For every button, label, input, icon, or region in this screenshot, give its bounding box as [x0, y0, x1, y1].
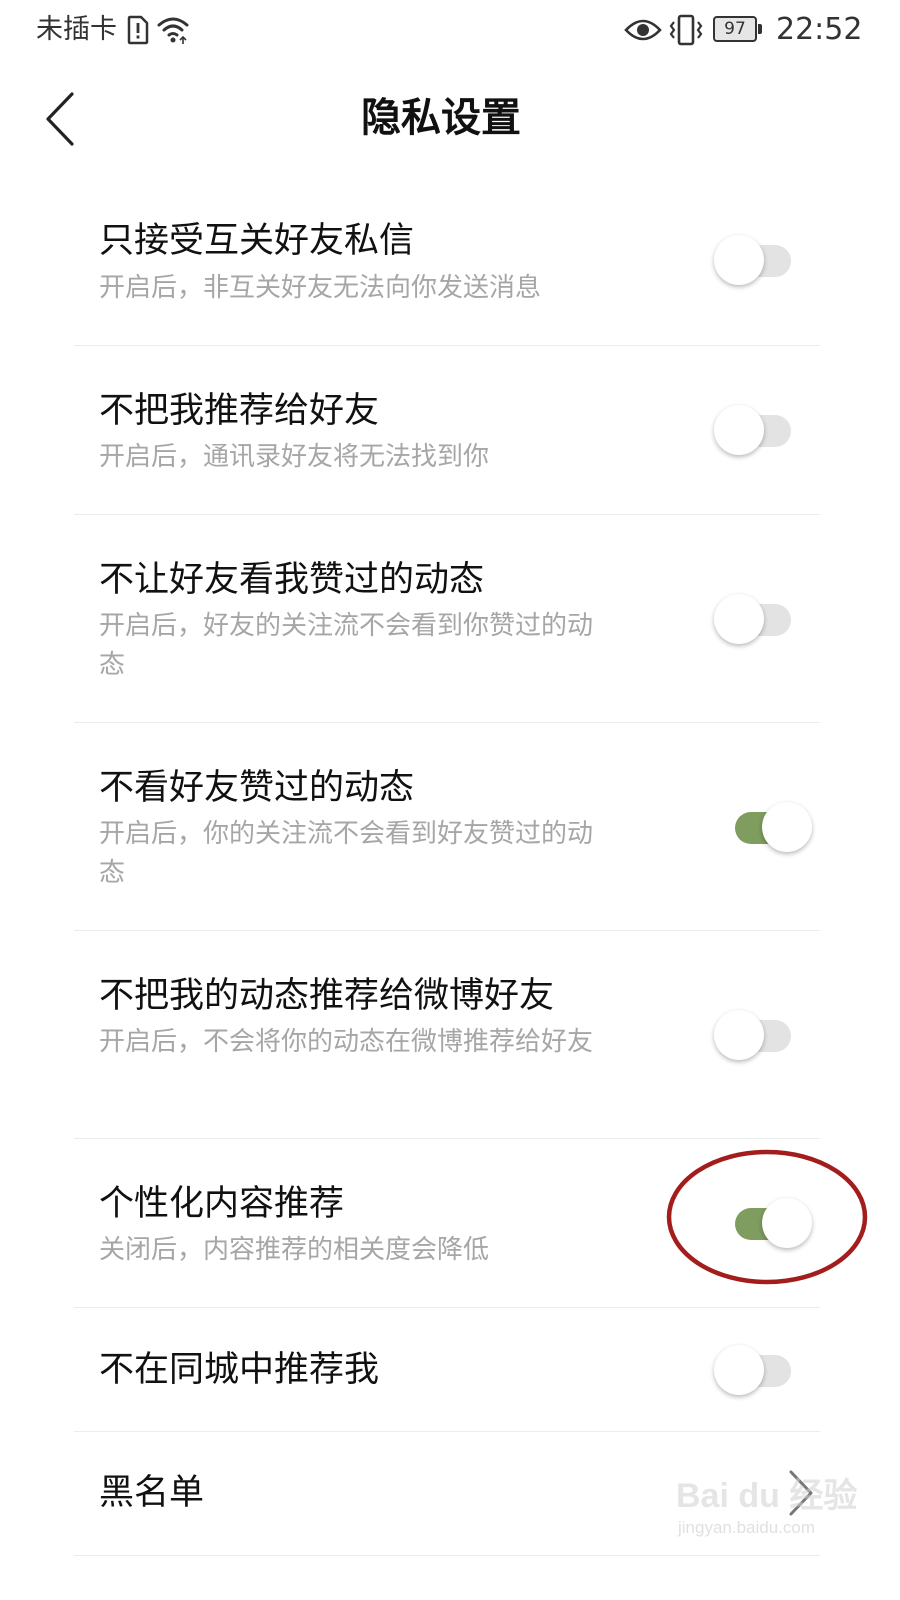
toggle-weibo-recommend[interactable] [714, 1005, 794, 1065]
toggle-not-in-local[interactable] [714, 1340, 794, 1400]
toggle-knob [714, 1010, 764, 1060]
battery-icon: 97 [713, 16, 763, 44]
eye-icon [624, 19, 662, 41]
battery-cap [758, 24, 762, 34]
setting-title: 不看好友赞过的动态 [99, 768, 415, 808]
toggle-hide-my-likes[interactable] [714, 589, 794, 649]
setting-title: 个性化内容推荐 [99, 1184, 345, 1224]
battery-level: 97 [713, 16, 757, 42]
setting-description: 开启后，好友的关注流不会看到你赞过的动态 [99, 611, 594, 680]
blacklist-row[interactable]: 黑名单 [74, 1432, 820, 1556]
setting-row-not-recommend-me: 不把我推荐给好友 开启后，通讯录好友将无法找到你 [74, 346, 820, 515]
setting-description: 开启后，非互关好友无法向你发送消息 [99, 273, 542, 303]
page-title: 隐私设置 [361, 95, 521, 141]
setting-title: 不让好友看我赞过的动态 [99, 560, 485, 600]
setting-description: 开启后，不会将你的动态在微博推荐给好友 [99, 1027, 594, 1057]
sim-alert-icon [127, 15, 149, 45]
setting-row-hide-my-likes: 不让好友看我赞过的动态 开启后，好友的关注流不会看到你赞过的动态 [74, 515, 820, 723]
vibrate-icon [669, 14, 703, 46]
setting-title: 只接受互关好友私信 [99, 221, 415, 261]
carrier-label: 未插卡 [36, 14, 117, 45]
setting-title: 不在同城中推荐我 [99, 1350, 380, 1390]
toggle-not-recommend-me[interactable] [714, 400, 794, 460]
setting-row-weibo-recommend: 不把我的动态推荐给微博好友 开启后，不会将你的动态在微博推荐给好友 [74, 931, 820, 1139]
setting-title: 不把我推荐给好友 [99, 391, 380, 431]
privacy-settings-screen: 未插卡 97 22:52 隐私设置 只接受互关好友私信 开启后，非互关好友无法向… [0, 0, 900, 1600]
toggle-knob [714, 594, 764, 644]
toggle-knob [714, 405, 764, 455]
chevron-right-icon [789, 1470, 813, 1516]
setting-description: 关闭后，内容推荐的相关度会降低 [99, 1235, 490, 1265]
blacklist-title: 黑名单 [99, 1473, 205, 1513]
toggle-private-message[interactable] [714, 230, 794, 290]
wifi-icon [157, 17, 189, 44]
status-bar: 未插卡 97 22:52 [0, 0, 900, 64]
setting-row-not-in-local: 不在同城中推荐我 [74, 1308, 820, 1432]
status-clock: 22:52 [776, 12, 863, 47]
toggle-knob [714, 1345, 764, 1395]
nav-header: 隐私设置 [0, 64, 900, 174]
setting-title: 不把我的动态推荐给微博好友 [99, 976, 555, 1016]
toggle-knob [762, 1198, 812, 1248]
toggle-personalized-content[interactable] [732, 1193, 812, 1253]
toggle-knob [762, 802, 812, 852]
setting-description: 开启后，你的关注流不会看到好友赞过的动态 [99, 819, 594, 888]
setting-row-hide-friends-likes: 不看好友赞过的动态 开启后，你的关注流不会看到好友赞过的动态 [74, 723, 820, 931]
toggle-hide-friends-likes[interactable] [732, 797, 812, 857]
setting-description: 开启后，通讯录好友将无法找到你 [99, 442, 490, 472]
setting-row-private-message: 只接受互关好友私信 开启后，非互关好友无法向你发送消息 [74, 174, 820, 346]
setting-row-personalized-content: 个性化内容推荐 关闭后，内容推荐的相关度会降低 [74, 1139, 820, 1308]
toggle-knob [714, 235, 764, 285]
